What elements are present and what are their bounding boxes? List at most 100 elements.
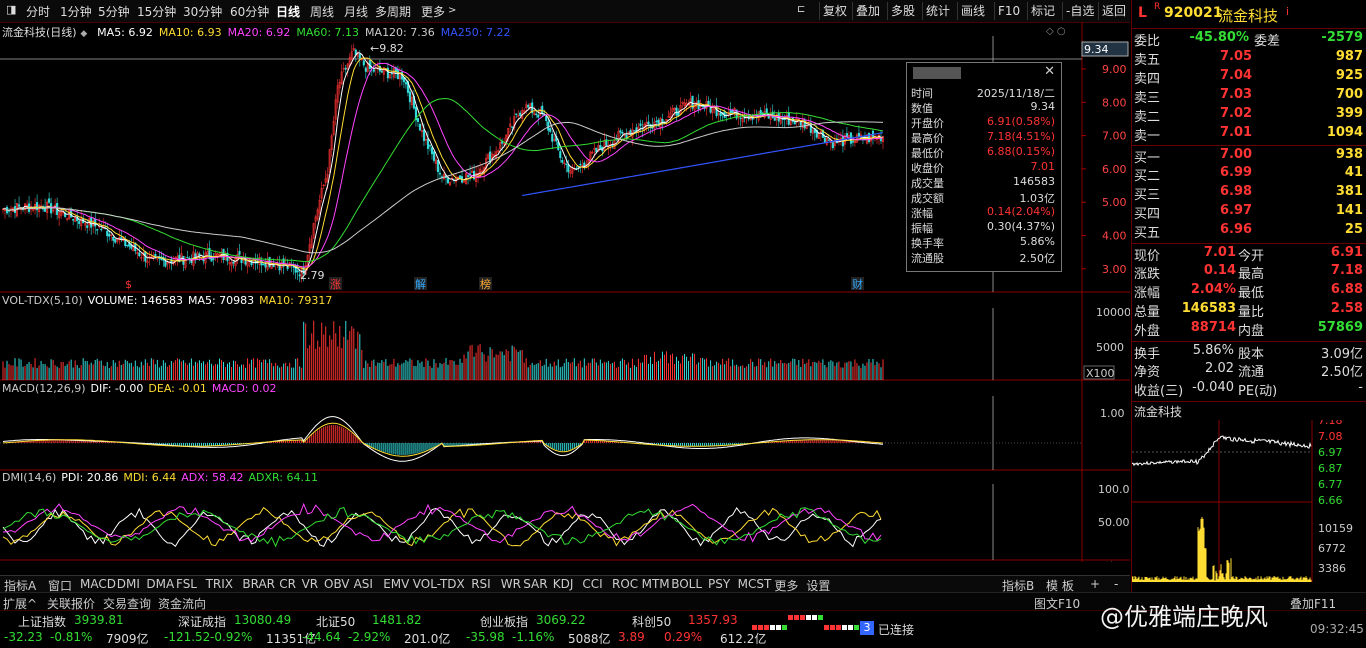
index-name[interactable]: 科创50 bbox=[632, 613, 671, 630]
period-tab-1[interactable]: 1分钟 bbox=[60, 3, 92, 20]
indicator-tab-20[interactable]: MTM bbox=[642, 577, 670, 591]
period-tab-5[interactable]: 60分钟 bbox=[230, 3, 269, 20]
breadth-bar bbox=[764, 625, 769, 630]
ask-row[interactable]: 卖五 7.05 987 bbox=[1132, 48, 1366, 68]
indicator-tab-17[interactable]: KDJ bbox=[553, 577, 574, 591]
indicator-tab-13[interactable]: VOL-TDX bbox=[413, 577, 465, 591]
fund-value: - bbox=[1358, 380, 1363, 395]
indicator-tab-3[interactable]: DMI bbox=[117, 577, 140, 591]
price-tick: 7.00 bbox=[1102, 130, 1127, 143]
close-icon[interactable]: ✕ bbox=[1044, 64, 1055, 79]
candle-body bbox=[362, 60, 365, 66]
chevron-right-icon[interactable]: > bbox=[448, 5, 456, 16]
ask-row[interactable]: 卖一 7.01 1094 bbox=[1132, 124, 1366, 144]
indicator-tab-16[interactable]: SAR bbox=[523, 577, 547, 591]
clock-time: 09:32:45 bbox=[1310, 622, 1364, 636]
settings-icon[interactable]: ◆ bbox=[80, 29, 87, 39]
event-marker-label: 榜 bbox=[480, 277, 491, 291]
indicator-tab-11[interactable]: ASI bbox=[354, 577, 373, 591]
stat-row: 外盘 88714 内盘 57869 bbox=[1132, 319, 1366, 339]
index-change: -44.64 bbox=[302, 630, 341, 644]
toolbar-button-5[interactable]: F10 bbox=[994, 2, 1023, 20]
toolbar-button-1[interactable]: 叠加 bbox=[852, 2, 883, 20]
chart-option-icons[interactable]: ◇ ○ bbox=[1046, 26, 1066, 37]
dmi-tick: 50.00 bbox=[1098, 516, 1130, 529]
mini-price-tick: 6.87 bbox=[1318, 462, 1343, 475]
indicator-tab-18[interactable]: CCI bbox=[582, 577, 602, 591]
indicator-tab-22[interactable]: PSY bbox=[708, 577, 730, 591]
ask-row[interactable]: 卖二 7.02 399 bbox=[1132, 105, 1366, 125]
candle-body bbox=[238, 251, 241, 255]
fund-row: 净资 2.02 流通 2.50亿 bbox=[1132, 360, 1366, 380]
info-icon[interactable]: i bbox=[1286, 5, 1289, 18]
index-name[interactable]: 上证指数 bbox=[18, 613, 66, 630]
candle-body bbox=[422, 129, 426, 142]
price-tick: 9.00 bbox=[1102, 63, 1127, 76]
indicator-tab-23[interactable]: MCST bbox=[738, 577, 772, 591]
period-tab-2[interactable]: 5分钟 bbox=[98, 3, 130, 20]
toolbar-button-6[interactable]: 标记 bbox=[1027, 2, 1058, 20]
candle-body bbox=[633, 130, 636, 132]
index-name[interactable]: 北证50 bbox=[316, 613, 355, 630]
indicator-tab-7[interactable]: BRAR bbox=[242, 577, 275, 591]
dmi-line-0 bbox=[2, 506, 882, 548]
dif-line bbox=[2, 416, 884, 462]
toolbar-button-0[interactable]: 复权 bbox=[819, 2, 850, 20]
candle-body bbox=[278, 262, 281, 271]
period-tab-6[interactable]: 日线 bbox=[276, 3, 300, 20]
indicator-tab-15[interactable]: WR bbox=[501, 577, 521, 591]
bid-row[interactable]: 买五 6.96 25 bbox=[1132, 221, 1366, 241]
ask-row[interactable]: 卖四 7.04 925 bbox=[1132, 67, 1366, 87]
period-tab-3[interactable]: 15分钟 bbox=[137, 3, 176, 20]
toolbar-button-3[interactable]: 统计 bbox=[922, 2, 953, 20]
indicator-tab-9[interactable]: VR bbox=[302, 577, 319, 591]
date-tick: 2024年 bbox=[2, 561, 41, 562]
indicator-tab-21[interactable]: BOLL bbox=[671, 577, 702, 591]
period-tab-10[interactable]: 更多 bbox=[421, 3, 445, 20]
bookmark-icon[interactable]: ◨ bbox=[6, 3, 16, 16]
period-tab-4[interactable]: 30分钟 bbox=[183, 3, 222, 20]
period-tab-0[interactable]: 分时 bbox=[26, 3, 50, 20]
stock-name[interactable]: 流金科技 bbox=[1218, 5, 1278, 26]
indicator-tab-12[interactable]: EMV bbox=[383, 577, 409, 591]
toggle-icon[interactable]: ⊏ bbox=[797, 4, 805, 15]
period-tab-9[interactable]: 多周期 bbox=[375, 3, 411, 20]
intraday-mini-chart[interactable]: 7.18 7.08 6.97 6.87 6.77 6.66 10159 6772 3386 bbox=[1132, 420, 1366, 588]
indicator-tab-19[interactable]: ROC bbox=[612, 577, 638, 591]
bid-row[interactable]: 买四 6.97 141 bbox=[1132, 202, 1366, 222]
toolbar-button-2[interactable]: 多股 bbox=[887, 2, 918, 20]
vol-panel-label: VOLUME: 146583 bbox=[87, 294, 183, 307]
weibi-label: 委比 bbox=[1134, 34, 1161, 49]
breadth-bar bbox=[752, 625, 757, 630]
book-label: 买五 bbox=[1134, 226, 1161, 241]
connection-status[interactable]: 已连接 bbox=[878, 621, 914, 638]
indicator-tab-14[interactable]: RSI bbox=[471, 577, 491, 591]
indicator-tab-5[interactable]: FSL bbox=[176, 577, 197, 591]
bid-row[interactable]: 买一 7.00 938 bbox=[1132, 145, 1366, 166]
indicator-tab-4[interactable]: DMA bbox=[146, 577, 174, 591]
toolbar-button-8[interactable]: 返回 bbox=[1098, 2, 1129, 20]
fund-label: 收益(三) bbox=[1134, 384, 1184, 399]
indicator-tab-8[interactable]: CR bbox=[279, 577, 296, 591]
ask-row[interactable]: 卖三 7.03 700 bbox=[1132, 86, 1366, 106]
candle-body bbox=[396, 69, 399, 79]
period-tab-7[interactable]: 周线 bbox=[310, 3, 334, 20]
candle-body bbox=[773, 117, 776, 121]
index-name[interactable]: 创业板指 bbox=[480, 613, 528, 630]
toolbar-button-7[interactable]: -自选 bbox=[1062, 2, 1097, 20]
volume-bars bbox=[2, 320, 884, 380]
candle-body bbox=[823, 137, 826, 143]
bid-row[interactable]: 买二 6.99 41 bbox=[1132, 164, 1366, 184]
period-tab-8[interactable]: 月线 bbox=[344, 3, 368, 20]
indicator-tab-10[interactable]: OBV bbox=[324, 577, 350, 591]
toolbar-button-4[interactable]: 画线 bbox=[957, 2, 988, 20]
bid-row[interactable]: 买三 6.98 381 bbox=[1132, 183, 1366, 203]
indicator-b-tab-3[interactable]: - bbox=[1114, 577, 1118, 591]
indicator-b-tab-2[interactable]: + bbox=[1090, 577, 1100, 591]
event-marker-label: $ bbox=[125, 278, 132, 291]
dmi-panel-label: DMI(14,6) bbox=[2, 471, 57, 484]
index-name[interactable]: 深证成指 bbox=[178, 613, 226, 630]
indicator-tab-2[interactable]: MACD bbox=[80, 577, 116, 591]
indicator-tab-6[interactable]: TRIX bbox=[206, 577, 233, 591]
book-volume: 25 bbox=[1344, 222, 1363, 237]
